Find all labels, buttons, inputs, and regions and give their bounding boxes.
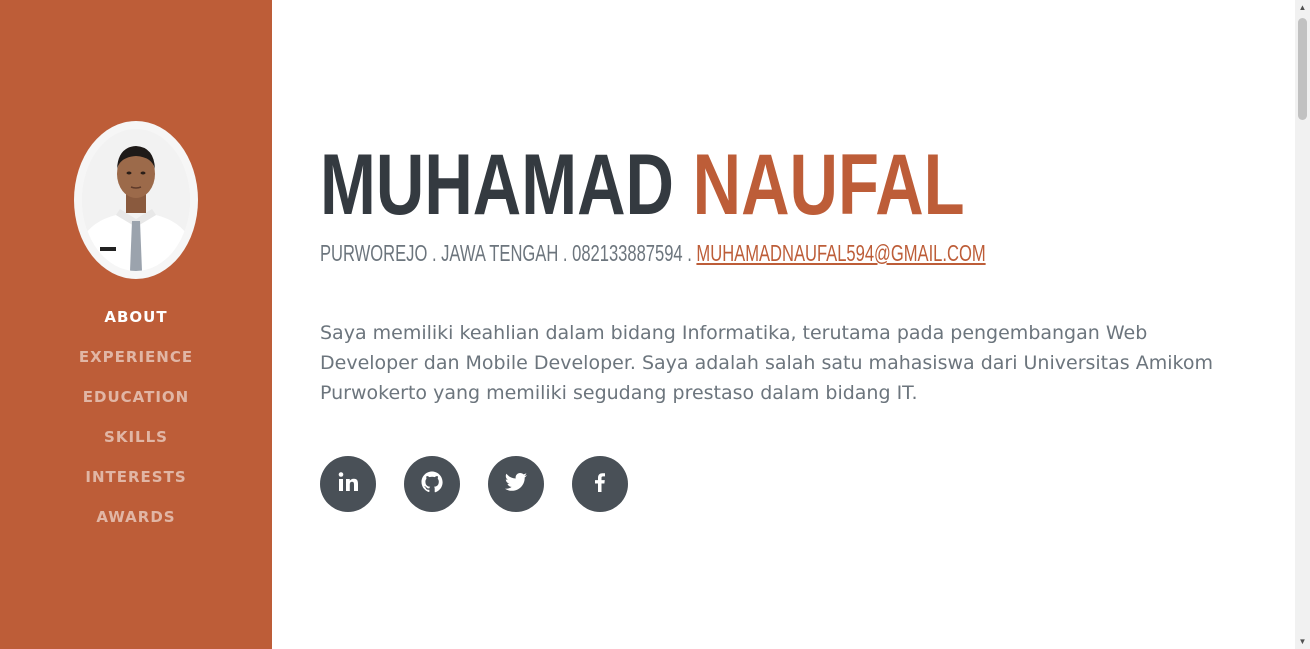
scroll-thumb[interactable] bbox=[1298, 18, 1307, 120]
linkedin-icon bbox=[336, 470, 360, 499]
page-title: MUHAMAD NAUFAL bbox=[320, 140, 965, 230]
nav-item-skills[interactable]: SKILLS bbox=[0, 422, 272, 462]
email-link[interactable]: MUHAMADNAUFAL594@GMAIL.COM bbox=[696, 240, 985, 266]
first-name: MUHAMAD bbox=[320, 137, 674, 233]
location-phone: PURWOREJO . JAWA TENGAH . 082133887594 . bbox=[320, 240, 697, 266]
scroll-up-arrow-icon[interactable]: ▲ bbox=[1298, 3, 1307, 12]
page-scrollbar[interactable]: ▲ ▼ bbox=[1295, 0, 1310, 649]
contact-subheading: PURWOREJO . JAWA TENGAH . 082133887594 .… bbox=[320, 239, 986, 267]
profile-photo bbox=[74, 121, 198, 279]
nav-item-about[interactable]: ABOUT bbox=[0, 302, 272, 342]
last-name: NAUFAL bbox=[692, 137, 965, 233]
nav-item-experience[interactable]: EXPERIENCE bbox=[0, 342, 272, 382]
avatar bbox=[82, 129, 190, 271]
social-icons bbox=[320, 456, 656, 512]
nav-item-interests[interactable]: INTERESTS bbox=[0, 462, 272, 502]
twitter-button[interactable] bbox=[488, 456, 544, 512]
linkedin-button[interactable] bbox=[320, 456, 376, 512]
facebook-icon bbox=[588, 470, 612, 499]
nav-item-education[interactable]: EDUCATION bbox=[0, 382, 272, 422]
about-section: MUHAMAD NAUFAL PURWOREJO . JAWA TENGAH .… bbox=[320, 0, 1260, 649]
sidebar: ABOUT EXPERIENCE EDUCATION SKILLS INTERE… bbox=[0, 0, 272, 649]
scroll-down-arrow-icon[interactable]: ▼ bbox=[1298, 637, 1307, 646]
github-icon bbox=[420, 470, 444, 499]
sidebar-nav: ABOUT EXPERIENCE EDUCATION SKILLS INTERE… bbox=[0, 302, 272, 542]
about-text: Saya memiliki keahlian dalam bidang Info… bbox=[320, 322, 1213, 404]
facebook-button[interactable] bbox=[572, 456, 628, 512]
twitter-icon bbox=[504, 470, 528, 499]
github-button[interactable] bbox=[404, 456, 460, 512]
nav-item-awards[interactable]: AWARDS bbox=[0, 502, 272, 542]
